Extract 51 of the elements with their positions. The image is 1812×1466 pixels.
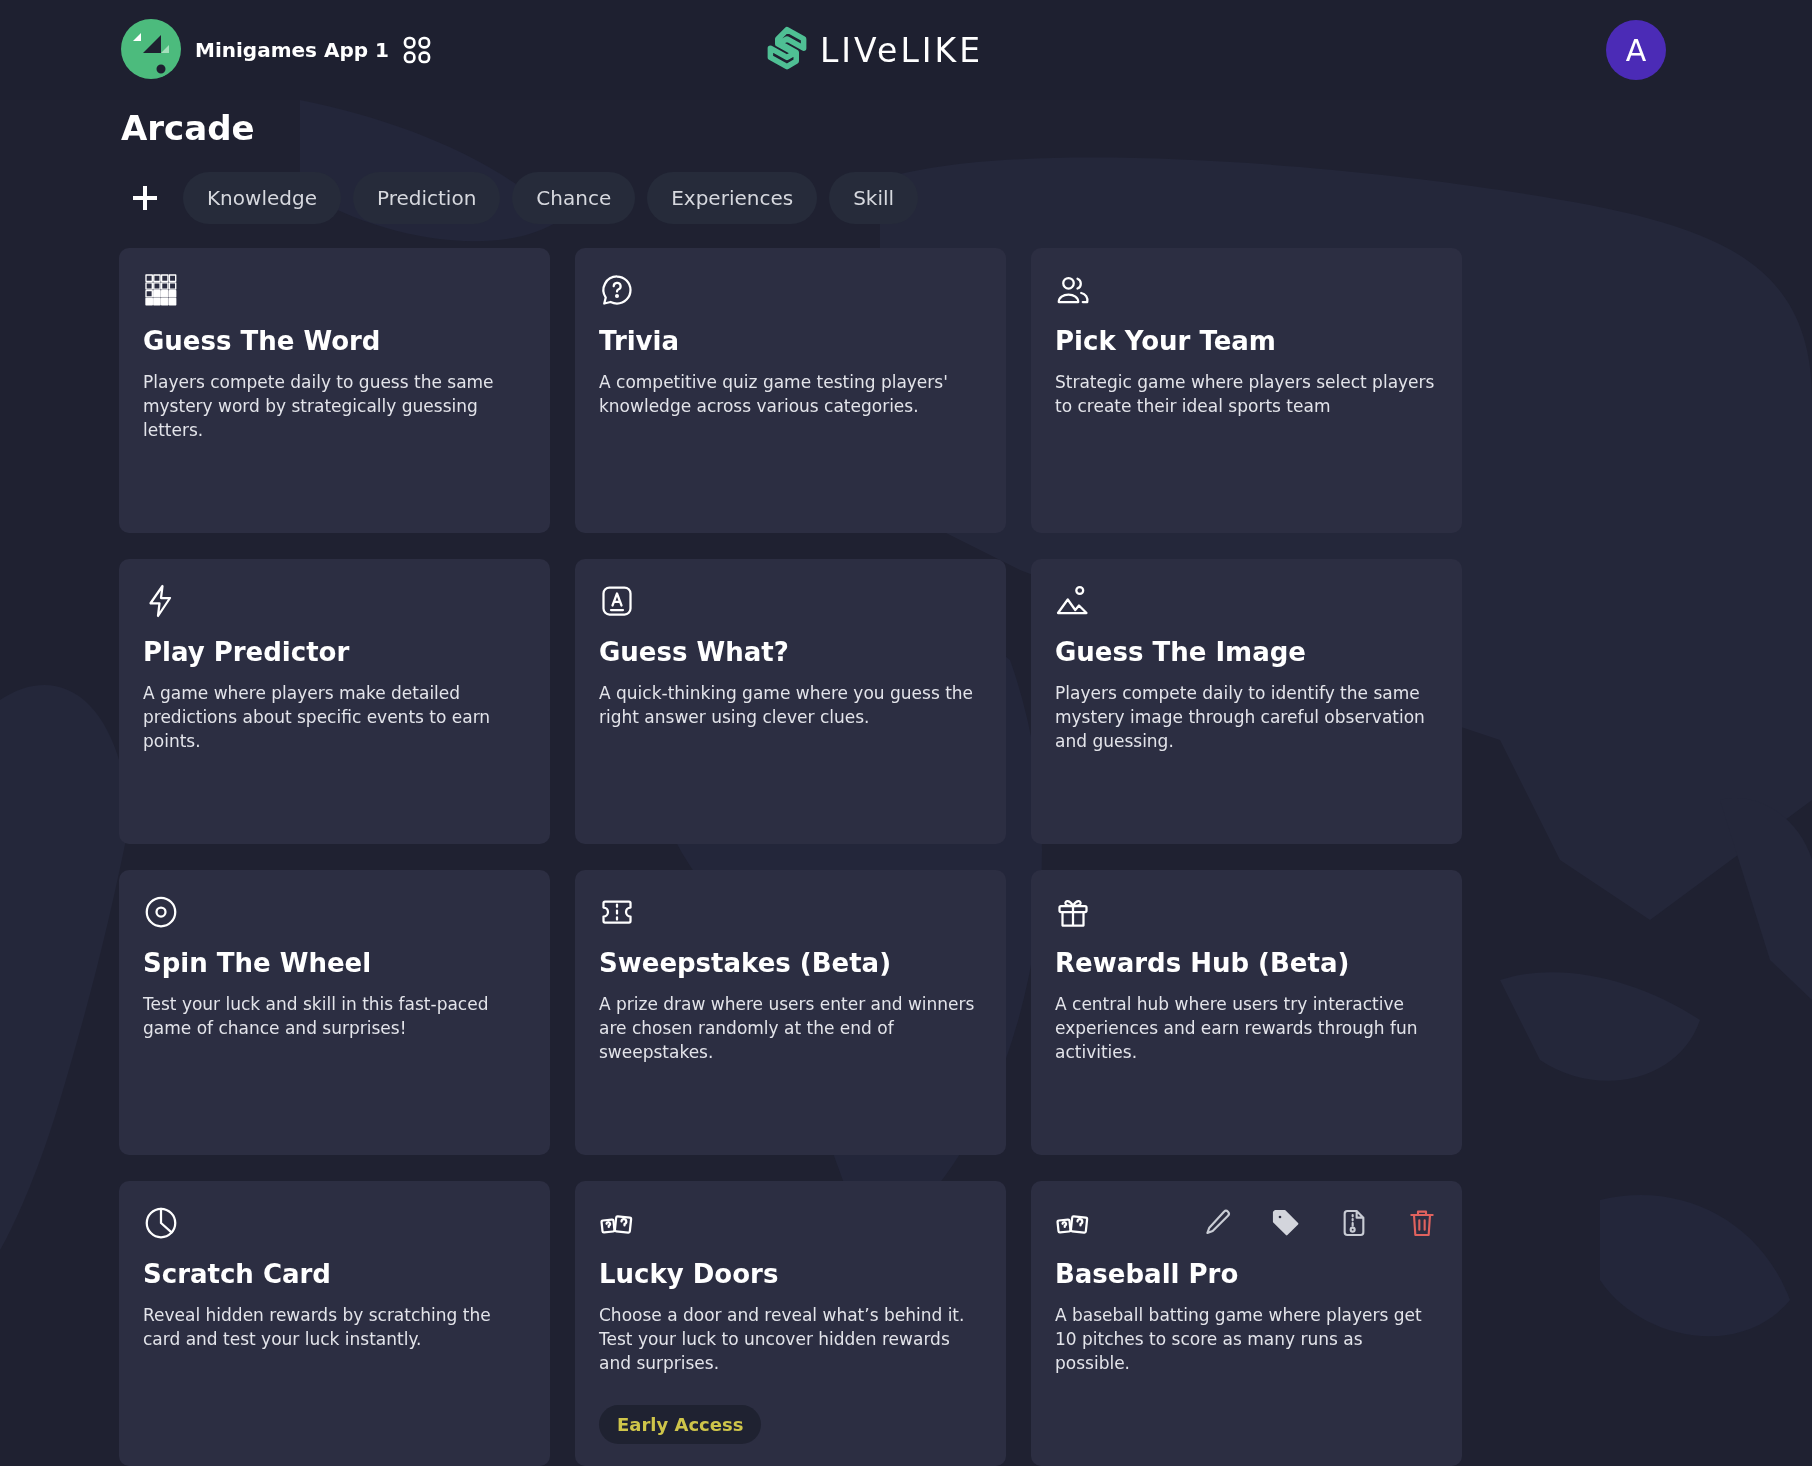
filter-chip[interactable]: Experiences bbox=[647, 172, 818, 224]
card-description: Test your luck and skill in this fast-paced game of chance and surprises! bbox=[143, 993, 490, 1040]
card-description: A competitive quiz game testing players' knowledge across various categories. bbox=[599, 371, 949, 418]
card-description: Choose a door and reveal what’s behind it. Test your luck to uncover hidden rewards and surprises. bbox=[599, 1304, 966, 1375]
game-card[interactable]: Trivia A competitive quiz game testing players' knowledge across various categories. bbox=[575, 248, 1006, 533]
game-card[interactable]: Sweepstakes (Beta) A prize draw where users enter and winners are chosen randomly at the end of sweepstakes. bbox=[575, 870, 1006, 1155]
target-icon bbox=[143, 894, 179, 930]
game-card[interactable]: Spin The Wheel Test your luck and skill in this fast-paced game of chance and surprises! bbox=[119, 870, 550, 1155]
card-title: Guess The Image bbox=[1055, 637, 1306, 667]
card-title: Baseball Pro bbox=[1055, 1259, 1239, 1289]
card-title: Guess What? bbox=[599, 637, 789, 667]
card-title: Rewards Hub (Beta) bbox=[1055, 948, 1350, 978]
user-avatar[interactable]: A bbox=[1606, 20, 1666, 80]
game-card[interactable]: Baseball Pro A baseball batting game where players get 10 pitches to score as many runs as possible. bbox=[1031, 1181, 1462, 1466]
game-card[interactable]: Rewards Hub (Beta) A central hub where users try interactive experiences and earn rewards through fun activities. bbox=[1031, 870, 1462, 1155]
filter-chip[interactable]: Prediction bbox=[352, 172, 501, 224]
card-description: Reveal hidden rewards by scratching the card and test your luck instantly. bbox=[143, 1304, 492, 1351]
game-card[interactable]: Pick Your Team Strategic game where players select players to create their ideal sports team bbox=[1031, 248, 1462, 533]
game-card[interactable]: Scratch Card Reveal hidden rewards by scratching the card and test your luck instantly. bbox=[119, 1181, 550, 1466]
card-title: Spin The Wheel bbox=[143, 948, 372, 978]
card-description: A baseball batting game where players get 10 pitches to score as many runs as possible. bbox=[1055, 1304, 1423, 1375]
game-card[interactable]: Guess The Image Players compete daily to identify the same mystery image through careful observation and guessing. bbox=[1031, 559, 1462, 844]
game-card[interactable]: Guess What? A quick-thinking game where you guess the right answer using clever clues. bbox=[575, 559, 1006, 844]
card-description: Players compete daily to identify the same mystery image through careful observation and guessing. bbox=[1055, 682, 1426, 753]
card-description: Players compete daily to guess the same mystery word by strategically guessing letters. bbox=[143, 371, 495, 442]
filter-chip[interactable]: Knowledge bbox=[183, 172, 341, 224]
card-title: Scratch Card bbox=[143, 1259, 331, 1289]
card-title: Pick Your Team bbox=[1055, 326, 1276, 356]
card-description: A central hub where users try interactive experiences and earn rewards through fun activities. bbox=[1055, 993, 1419, 1064]
brand-name: LIVeLIKE bbox=[820, 30, 984, 70]
question-bubble-icon bbox=[599, 272, 635, 308]
filter-chip[interactable]: Chance bbox=[512, 172, 636, 224]
card-description: Strategic game where players select players to create their ideal sports team bbox=[1055, 371, 1436, 418]
pie-chart-icon bbox=[143, 1205, 179, 1241]
game-card[interactable]: Play Predictor A game where players make detailed predictions about specific events to earn points. bbox=[119, 559, 550, 844]
card-title: Trivia bbox=[599, 326, 680, 356]
app-logo-icon bbox=[121, 19, 183, 81]
page-title: Arcade bbox=[121, 108, 256, 148]
grid-icon bbox=[143, 272, 179, 308]
card-description: A game where players make detailed predictions about specific events to earn points. bbox=[143, 682, 492, 753]
card-title: Guess The Word bbox=[143, 326, 381, 356]
card-description: A quick-thinking game where you guess the right answer using clever clues. bbox=[599, 682, 975, 729]
game-card[interactable]: Guess The Word Players compete daily to guess the same mystery word by strategically guessing letters. bbox=[119, 248, 550, 533]
early-access-badge: Early Access bbox=[599, 1405, 762, 1444]
card-title: Lucky Doors bbox=[599, 1259, 779, 1289]
game-card[interactable]: Lucky Doors Choose a door and reveal what’s behind it. Test your luck to uncover hidden rewards and surprises. Early Access bbox=[575, 1181, 1006, 1466]
card-description: A prize draw where users enter and winners are chosen randomly at the end of sweepstakes. bbox=[599, 993, 976, 1064]
card-title: Sweepstakes (Beta) bbox=[599, 948, 892, 978]
card-title: Play Predictor bbox=[143, 637, 350, 667]
letter-a-icon bbox=[599, 583, 635, 619]
app-name: Minigames App 1 bbox=[195, 38, 389, 62]
